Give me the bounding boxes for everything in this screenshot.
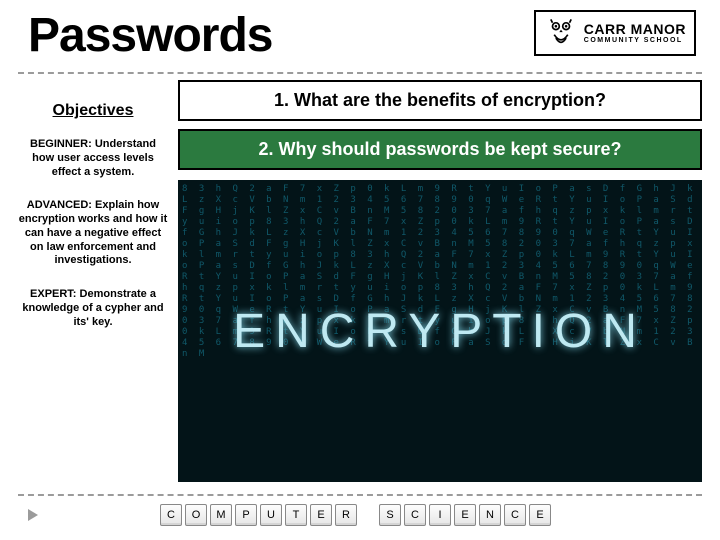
footer-row: COMPUTER SCIENCE [18, 496, 702, 526]
keyboard-key: R [335, 504, 357, 526]
sidebar-heading: Objectives [18, 102, 168, 120]
expert-label: EXPERT: [30, 288, 76, 300]
keys-group-1: COMPUTER [160, 504, 357, 526]
keyboard-key: E [529, 504, 551, 526]
keyboard-key: C [160, 504, 182, 526]
keyboard-key: E [454, 504, 476, 526]
keyboard-key: P [235, 504, 257, 526]
school-sub: COMMUNITY SCHOOL [584, 37, 686, 44]
keyboard-key: C [504, 504, 526, 526]
keyboard-key: E [310, 504, 332, 526]
keyboard-key: M [210, 504, 232, 526]
school-logo: CARR MANOR COMMUNITY SCHOOL [534, 10, 696, 56]
keyboard-key: N [479, 504, 501, 526]
page-title: Passwords [28, 8, 272, 63]
encryption-image: 8 3 h Q 2 a F 7 x Z p 0 k L m 9 R t Y u … [178, 180, 702, 482]
keyboard-key: I [429, 504, 451, 526]
content: Objectives BEGINNER: Understand how user… [0, 74, 720, 482]
keys-group-2: SCIENCE [379, 504, 551, 526]
keyboard-key: U [260, 504, 282, 526]
footer: COMPUTER SCIENCE [18, 494, 702, 526]
keyboard-key: T [285, 504, 307, 526]
question-2: 2. Why should passwords be kept secure? [178, 129, 702, 170]
school-name: CARR MANOR COMMUNITY SCHOOL [584, 22, 686, 44]
main: 1. What are the benefits of encryption? … [178, 80, 702, 482]
school-main: CARR MANOR [584, 22, 686, 37]
header: Passwords CARR MANOR COMMUNITY SCHOOL [0, 0, 720, 72]
keyboard-key: O [185, 504, 207, 526]
keyboard-key: C [404, 504, 426, 526]
play-icon[interactable] [28, 509, 38, 521]
objective-beginner: BEGINNER: Understand how user access lev… [18, 138, 168, 179]
advanced-label: ADVANCED: [27, 199, 92, 211]
objective-advanced: ADVANCED: Explain how encryption works a… [18, 199, 168, 268]
sidebar: Objectives BEGINNER: Understand how user… [18, 80, 168, 482]
question-1: 1. What are the benefits of encryption? [178, 80, 702, 121]
encryption-word: ENCRYPTION [233, 304, 647, 359]
owl-icon [544, 16, 578, 50]
keyboard-key: S [379, 504, 401, 526]
objective-expert: EXPERT: Demonstrate a knowledge of a cyp… [18, 288, 168, 329]
beginner-label: BEGINNER: [30, 138, 92, 150]
